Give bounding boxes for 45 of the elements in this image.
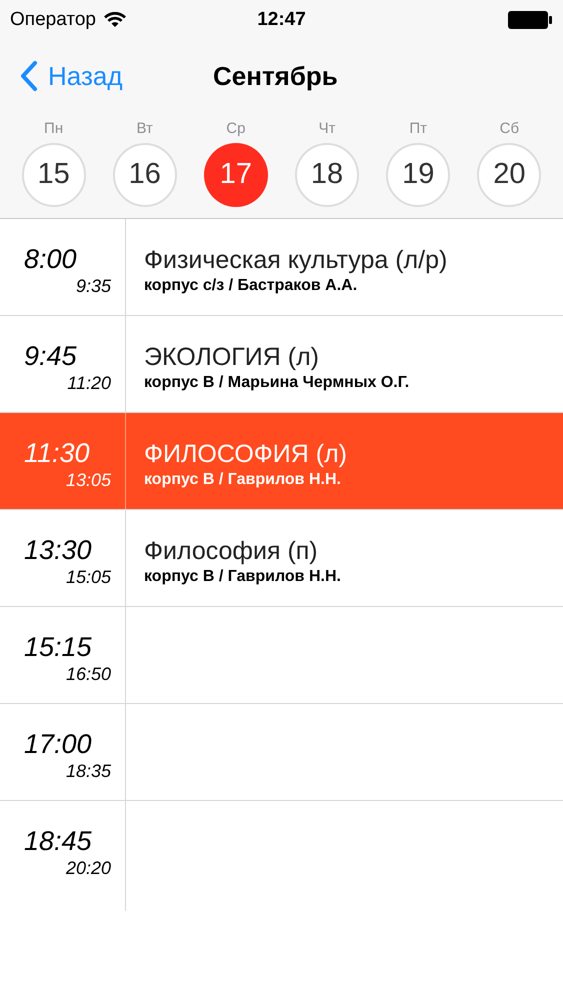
end-time: 15:05 (66, 566, 111, 588)
status-time: 12:47 (257, 8, 306, 32)
lesson-row[interactable]: 9:45 11:20 ЭКОЛОГИЯ (л) корпус В / Марьина Чермных О.Г. (0, 316, 563, 413)
lesson-row[interactable]: 8:00 9:35 Физическая культура (л/р) корпус с/з / Бастраков А.А. (0, 219, 563, 316)
day-button[interactable]: 17 (204, 142, 268, 206)
lesson-row[interactable]: 15:15 16:50 (0, 607, 563, 704)
end-time: 18:35 (66, 760, 111, 782)
end-time: 9:35 (76, 275, 111, 297)
lesson-title: Философия (п) (144, 536, 319, 566)
start-time: 17:00 (23, 728, 93, 760)
weekday-label: Вт (136, 119, 153, 139)
day-button[interactable]: 15 (22, 142, 86, 206)
weekday-label: Чт (318, 119, 336, 139)
lesson-title: Физическая культура (л/р) (144, 245, 448, 275)
lesson-row[interactable]: 13:30 15:05 Философия (п) корпус В / Гаврилов Н.Н. (0, 510, 563, 607)
day-button[interactable]: 16 (112, 142, 177, 206)
weekday-label: Пн (44, 119, 64, 139)
end-time: 13:05 (66, 469, 111, 491)
weekday-label: Пт (409, 119, 428, 139)
lesson-title: ФИЛОСОФИЯ (л) (144, 439, 347, 469)
end-time: 20:20 (66, 857, 111, 879)
lesson-location: корпус В / Гаврилов Н.Н. (144, 567, 341, 587)
end-time: 11:20 (67, 372, 111, 394)
lesson-row[interactable]: 17:00 18:35 (0, 704, 563, 801)
back-chevron-icon (20, 60, 38, 92)
carrier-name: Оператор (10, 8, 96, 32)
lesson-location: корпус В / Гаврилов Н.Н. (144, 470, 342, 490)
start-time: 11:30 (23, 437, 91, 469)
start-time: 18:45 (23, 825, 93, 857)
day-button[interactable]: 19 (386, 142, 450, 206)
battery-icon (507, 10, 553, 30)
month-title: Сентябрь (213, 60, 338, 92)
lesson-location: корпус с/з / Бастраков А.А. (144, 276, 358, 296)
weekday-label: Ср (226, 119, 246, 139)
start-time: 15:15 (23, 631, 93, 663)
start-time: 13:30 (23, 534, 93, 566)
lesson-location: корпус В / Марьина Чермных О.Г. (144, 373, 410, 393)
day-button[interactable]: 18 (295, 142, 360, 206)
start-time: 8:00 (23, 243, 78, 275)
day-button[interactable]: 20 (477, 142, 542, 206)
start-time: 9:45 (23, 340, 78, 372)
end-time: 16:50 (66, 663, 111, 685)
weekday-label: Сб (500, 119, 520, 139)
lesson-title: ЭКОЛОГИЯ (л) (144, 342, 320, 372)
wifi-icon (104, 12, 126, 28)
